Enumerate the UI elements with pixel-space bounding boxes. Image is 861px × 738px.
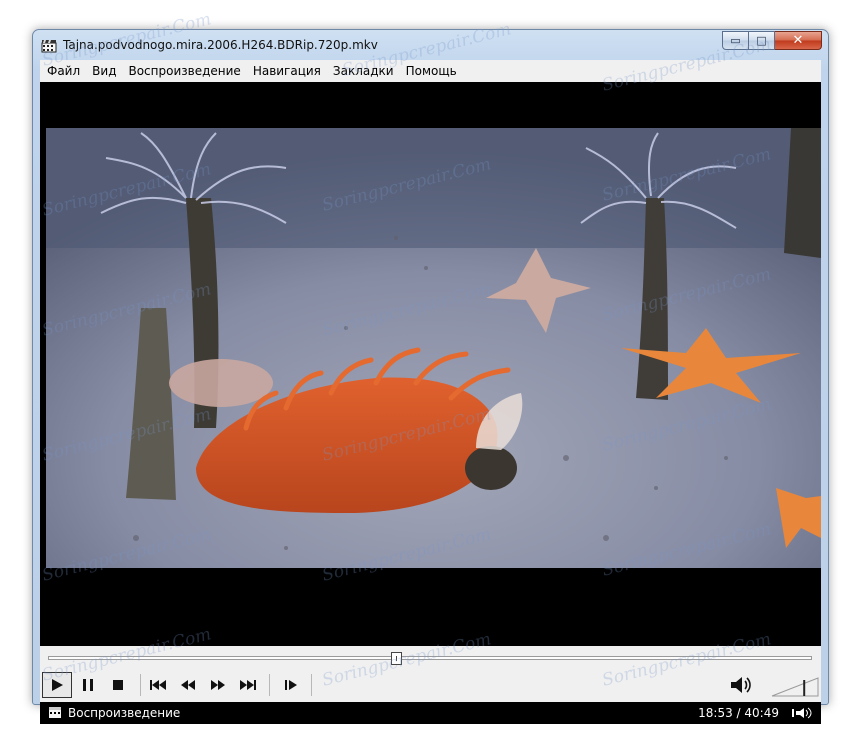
- speaker-icon: [731, 677, 751, 693]
- playback-controls: [40, 646, 821, 702]
- caption-buttons: ▭ □ ✕: [722, 31, 822, 50]
- rewind-button[interactable]: [173, 672, 203, 698]
- maximize-button[interactable]: □: [749, 31, 775, 50]
- audio-signal-icon: [792, 707, 812, 719]
- time-display[interactable]: 18:53 / 40:49: [698, 706, 779, 720]
- pause-button[interactable]: [73, 672, 103, 698]
- player-window: Tajna.podvodnogo.mira.2006.H264.BDRip.72…: [32, 29, 829, 724]
- menu-navigate[interactable]: Навигация: [246, 60, 326, 82]
- separator: [311, 674, 312, 696]
- status-text: Воспроизведение: [68, 706, 181, 720]
- menu-view[interactable]: Вид: [85, 60, 121, 82]
- seek-bar[interactable]: [48, 656, 812, 660]
- next-button[interactable]: [233, 672, 263, 698]
- menu-play[interactable]: Воспроизведение: [121, 60, 245, 82]
- client-area: Файл Вид Воспроизведение Навигация Закла…: [40, 60, 821, 724]
- menu-help[interactable]: Помощь: [399, 60, 462, 82]
- close-icon: ✕: [792, 33, 804, 48]
- frame-step-icon: [285, 680, 297, 690]
- mute-button[interactable]: [726, 672, 756, 698]
- separator: [269, 674, 270, 696]
- separator: [140, 674, 141, 696]
- fast-forward-icon: [211, 680, 225, 690]
- minimize-button[interactable]: ▭: [722, 31, 749, 50]
- title-bar[interactable]: Tajna.podvodnogo.mira.2006.H264.BDRip.72…: [33, 30, 828, 60]
- video-frame[interactable]: [46, 128, 821, 568]
- volume-slider[interactable]: [770, 672, 820, 698]
- frame-step-button[interactable]: [276, 672, 306, 698]
- fast-forward-button[interactable]: [203, 672, 233, 698]
- menu-file[interactable]: Файл: [40, 60, 85, 82]
- skip-back-icon: [150, 680, 166, 690]
- menu-bar: Файл Вид Воспроизведение Навигация Закла…: [40, 60, 821, 82]
- status-bar: Воспроизведение 18:53 / 40:49: [40, 702, 821, 726]
- film-clapper-icon: [49, 707, 61, 718]
- play-button[interactable]: [42, 672, 72, 698]
- stop-icon: [113, 680, 123, 690]
- play-icon: [52, 679, 63, 691]
- pause-icon: [83, 679, 93, 691]
- skip-forward-icon: [240, 680, 256, 690]
- video-area[interactable]: [40, 82, 821, 646]
- close-button[interactable]: ✕: [775, 31, 822, 50]
- window-title: Tajna.podvodnogo.mira.2006.H264.BDRip.72…: [63, 38, 378, 52]
- menu-favorites[interactable]: Закладки: [326, 60, 399, 82]
- seek-handle[interactable]: [390, 652, 402, 665]
- previous-button[interactable]: [143, 672, 173, 698]
- minimize-icon: ▭: [730, 34, 741, 47]
- film-clapper-icon: [41, 40, 57, 53]
- stop-button[interactable]: [103, 672, 133, 698]
- video-scene-image: [46, 128, 821, 568]
- rewind-icon: [181, 680, 195, 690]
- maximize-icon: □: [756, 34, 767, 47]
